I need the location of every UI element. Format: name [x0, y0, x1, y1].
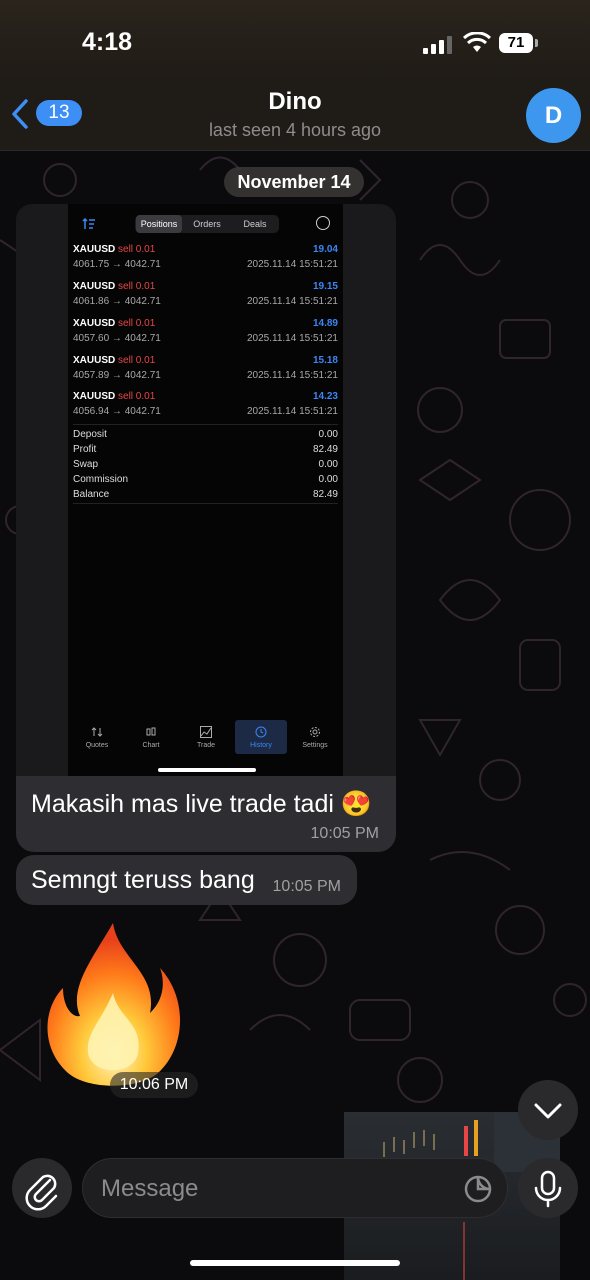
trade-date: 2025.11.14 15:51:21: [246, 296, 338, 307]
message-placeholder: Message: [101, 1175, 199, 1202]
trade-row: XAUUSD sell 0.01 19.15 4061.86 → 4042.71…: [73, 281, 338, 317]
segmented-control: Positions Orders Deals: [135, 215, 279, 233]
message-text: Makasih mas live trade tadi 😍: [31, 790, 372, 818]
trade-profit: 19.15: [312, 281, 338, 292]
home-indicator: [190, 1260, 400, 1266]
avatar[interactable]: D: [526, 88, 581, 143]
scroll-to-bottom-button[interactable]: [518, 1080, 578, 1140]
trade-symbol: XAUUSD: [73, 391, 116, 402]
trade-chart-icon: [200, 726, 212, 738]
summary-label: Deposit: [73, 429, 107, 440]
trade-prices: 4061.75 → 4042.71: [73, 259, 161, 270]
trade-side: sell 0.01: [118, 281, 156, 292]
trade-prices: 4057.60 → 4042.71: [73, 333, 161, 344]
divider: [73, 503, 338, 504]
chat-header: 13 Dino last seen 4 hours ago D: [0, 80, 590, 151]
chevron-down-icon: [534, 1103, 562, 1119]
trade-symbol: XAUUSD: [73, 244, 116, 255]
trade-side: sell 0.01: [118, 244, 156, 255]
nav-trade: Trade: [180, 720, 232, 754]
trade-prices: 4056.94 → 4042.71: [73, 406, 161, 417]
trade-prices: 4057.89 → 4042.71: [73, 370, 161, 381]
trade-row: XAUUSD sell 0.01 14.89 4057.60 → 4042.71…: [73, 318, 338, 354]
sticker-icon[interactable]: [463, 1174, 493, 1204]
battery-icon: 71: [499, 33, 533, 53]
summary-label: Swap: [73, 459, 99, 470]
summary-value: 0.00: [318, 474, 338, 485]
app-nav-bar: Quotes Chart Trade History Settings: [68, 720, 343, 760]
status-bar: 4:18 71: [0, 0, 590, 80]
summary-value: 82.49: [312, 444, 338, 455]
wifi-icon: [463, 32, 491, 52]
nav-chart: Chart: [125, 720, 177, 754]
trade-date: 2025.11.14 15:51:21: [246, 259, 338, 270]
date-separator: November 14: [224, 167, 364, 197]
summary-value: 0.00: [318, 429, 338, 440]
sort-icon: [82, 218, 95, 229]
trade-row: XAUUSD sell 0.01 19.04 4061.75 → 4042.71…: [73, 244, 338, 280]
photo-message[interactable]: Positions Orders Deals XAUUSD sell 0.01 …: [16, 204, 396, 776]
trade-symbol: XAUUSD: [73, 281, 116, 292]
trade-date: 2025.11.14 15:51:21: [246, 333, 338, 344]
cellular-signal-icon: [423, 34, 453, 54]
microphone-icon: [534, 1170, 562, 1208]
status-time: 4:18: [82, 28, 133, 56]
trade-side: sell 0.01: [118, 318, 156, 329]
message-time: 10:05 PM: [272, 878, 341, 895]
trade-prices: 4061.86 → 4042.71: [73, 296, 161, 307]
message-bubble[interactable]: Makasih mas live trade tadi 😍 10:05 PM: [16, 776, 396, 852]
trade-side: sell 0.01: [118, 355, 156, 366]
trade-symbol: XAUUSD: [73, 355, 116, 366]
trade-date: 2025.11.14 15:51:21: [246, 370, 338, 381]
tab-orders: Orders: [193, 219, 221, 229]
voice-record-button[interactable]: [518, 1158, 578, 1218]
summary-value: 82.49: [312, 489, 338, 500]
trading-app-screenshot: Positions Orders Deals XAUUSD sell 0.01 …: [68, 204, 343, 776]
clock-icon: [316, 216, 330, 230]
tab-positions: Positions: [136, 215, 182, 233]
trade-row: XAUUSD sell 0.01 15.18 4057.89 → 4042.71…: [73, 355, 338, 391]
candlestick-icon: [146, 727, 156, 736]
history-icon: [255, 726, 267, 738]
nav-settings: Settings: [289, 720, 341, 754]
contact-name[interactable]: Dino: [0, 88, 590, 116]
nav-quotes: Quotes: [71, 720, 123, 754]
summary-label: Balance: [73, 489, 110, 500]
message-input[interactable]: Message: [82, 1158, 508, 1218]
trade-row: XAUUSD sell 0.01 14.23 4056.94 → 4042.71…: [73, 391, 338, 427]
message-bubble[interactable]: Semngt teruss bang 10:05 PM: [16, 855, 357, 905]
trade-profit: 15.18: [312, 355, 338, 366]
battery-tip: [535, 39, 538, 47]
last-seen-status: last seen 4 hours ago: [208, 120, 382, 140]
message-text: Semngt teruss bang: [31, 866, 255, 894]
summary-value: 0.00: [318, 459, 338, 470]
fire-sticker-icon[interactable]: [38, 918, 188, 1088]
trade-date: 2025.11.14 15:51:21: [246, 406, 338, 417]
nav-history: History: [235, 720, 287, 754]
attach-button[interactable]: [12, 1158, 72, 1218]
message-time: 10:05 PM: [310, 825, 379, 842]
trade-side: sell 0.01: [118, 391, 156, 402]
quotes-icon: [91, 727, 103, 737]
summary-label: Commission: [73, 474, 129, 485]
tab-deals: Deals: [243, 219, 267, 229]
trade-profit: 14.23: [312, 391, 338, 402]
paperclip-icon: [25, 1174, 58, 1211]
message-time: 10:06 PM: [110, 1072, 198, 1098]
screenshot-home-indicator: [158, 768, 256, 772]
trade-symbol: XAUUSD: [73, 318, 116, 329]
summary-label: Profit: [73, 444, 97, 455]
trade-profit: 19.04: [312, 244, 338, 255]
gear-icon: [310, 727, 320, 737]
trade-profit: 14.89: [312, 318, 338, 329]
account-summary: Deposit 0.00 Profit 82.49 Swap 0.00 Commiss…: [73, 424, 338, 504]
